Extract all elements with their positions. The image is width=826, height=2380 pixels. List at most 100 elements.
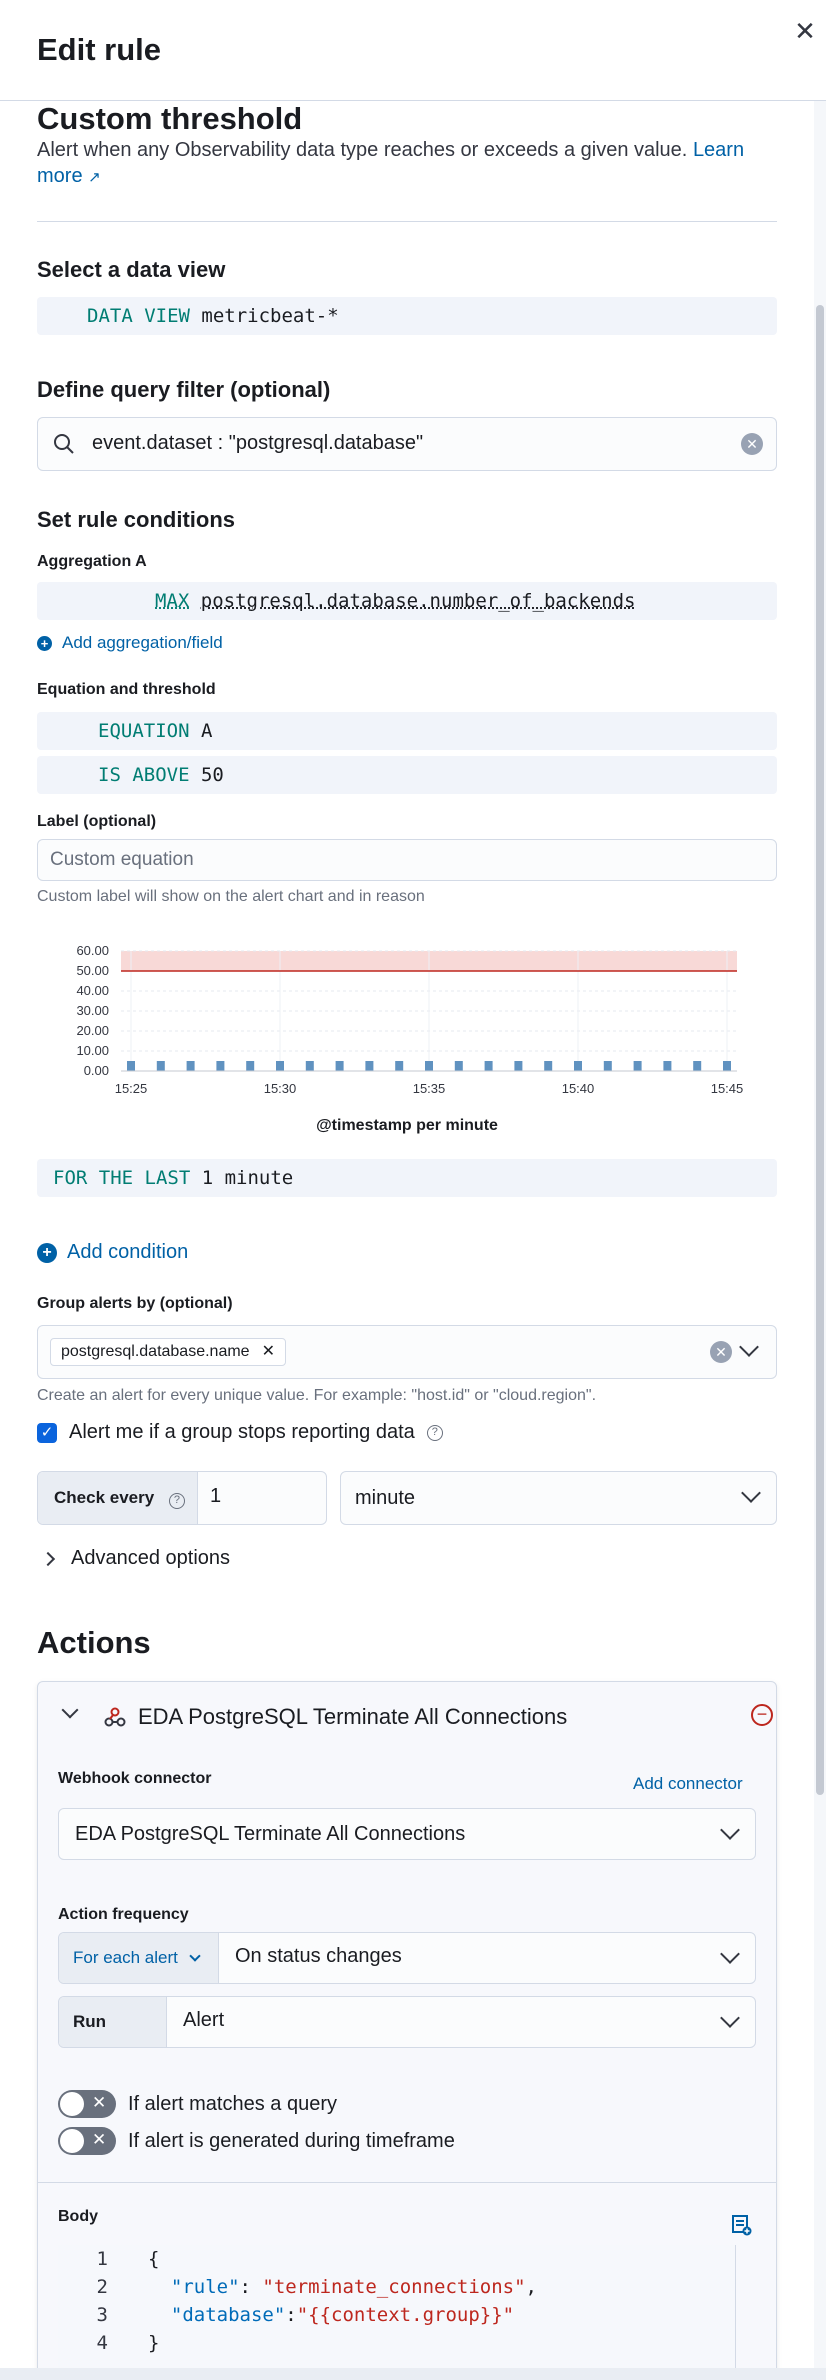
divider	[37, 221, 777, 222]
clear-icon[interactable]: ✕	[741, 433, 763, 455]
add-connector-link[interactable]: Add connector	[633, 1774, 743, 1794]
alert-query-toggle-label: If alert matches a query	[128, 2092, 337, 2115]
run-when-select[interactable]: Run when Alert	[58, 1996, 756, 2048]
data-view-value: metricbeat-*	[201, 305, 339, 327]
line-number: 2	[96, 2276, 108, 2298]
cross-icon: ✕	[92, 2093, 107, 2112]
connector-select[interactable]: EDA PostgreSQL Terminate All Connections	[58, 1808, 756, 1860]
time-window-expression[interactable]: FOR THE LAST 1 minute	[37, 1159, 777, 1197]
timeframe-toggle-row[interactable]: ✕ If alert is generated during timeframe	[58, 2127, 455, 2155]
code-text: "database":"{{context.group}}"	[148, 2301, 514, 2329]
chevron-down-icon	[720, 1944, 740, 1964]
x-tick-label: 15:35	[413, 1081, 446, 1096]
group-by-pill: postgresql.database.name ✕	[50, 1338, 286, 1366]
bar	[276, 1061, 284, 1071]
toggle-knob	[60, 2092, 84, 2116]
question-icon[interactable]: ?	[426, 1424, 443, 1441]
y-tick-label: 10.00	[76, 1043, 109, 1058]
alert-query-toggle-row[interactable]: ✕ If alert matches a query	[58, 2090, 337, 2118]
stop-reporting-checkbox-row[interactable]: ✓ Alert me if a group stops reporting da…	[37, 1421, 443, 1444]
code-key: "rule"	[170, 2276, 240, 2298]
chevron-down-icon	[188, 1950, 201, 1962]
query-filter-title: Define query filter (optional)	[37, 377, 331, 402]
rule-type-title: Custom threshold	[37, 101, 303, 136]
interval-unit-select[interactable]: minute	[340, 1471, 777, 1525]
chevron-down-icon[interactable]	[61, 1701, 79, 1719]
custom-label-input[interactable]: Custom equation	[37, 839, 777, 881]
bar	[156, 1061, 165, 1071]
custom-label-placeholder: Custom equation	[50, 849, 194, 870]
chevron-down-icon	[720, 2008, 740, 2028]
threshold-keyword: IS ABOVE	[98, 764, 190, 786]
add-variable-icon[interactable]	[732, 2214, 752, 2236]
group-by-combobox[interactable]: postgresql.database.name ✕ ✕	[37, 1325, 777, 1379]
data-view-expression[interactable]: DATA VIEW metricbeat-*	[37, 297, 777, 335]
bottom-bar	[0, 2368, 826, 2380]
check-every-input[interactable]: Check every ? 1	[37, 1471, 327, 1525]
clear-icon[interactable]: ✕	[710, 1341, 732, 1363]
add-aggregation-button[interactable]: + Add aggregation/field	[37, 633, 223, 653]
code-key: "database"	[170, 2304, 286, 2326]
code-sep: :	[239, 2276, 263, 2298]
action-frequency-label: Action frequency	[58, 1906, 189, 1923]
add-condition-button[interactable]: + Add condition	[37, 1241, 188, 1264]
for-each-alert-button[interactable]: For each alert	[59, 1933, 219, 1983]
remove-action-icon[interactable]: −	[751, 1704, 773, 1726]
bar	[395, 1061, 404, 1071]
chevron-down-icon	[720, 1820, 740, 1840]
timeframe-toggle[interactable]: ✕	[58, 2127, 116, 2155]
bar	[335, 1061, 344, 1071]
group-by-help: Create an alert for every unique value. …	[37, 1387, 597, 1404]
interval-unit-value: minute	[355, 1487, 416, 1509]
frequency-value: On status changes	[235, 1945, 402, 1967]
group-by-pill-label: postgresql.database.name	[61, 1343, 250, 1360]
y-tick-label: 40.00	[76, 983, 109, 998]
condition-preview-chart: 60.00 50.00 40.00 30.00 20.00 10.00 0.00 15:25 1…	[76, 943, 743, 1096]
data-view-keyword: DATA VIEW	[87, 305, 190, 327]
y-tick-label: 50.00	[76, 963, 109, 978]
code-line: 3 "database":"{{context.group}}"	[58, 2301, 736, 2329]
code-line: 4 }	[58, 2329, 736, 2357]
bar	[514, 1061, 523, 1071]
bar	[544, 1061, 553, 1071]
pill-remove-icon[interactable]: ✕	[262, 1339, 275, 1365]
equation-expression[interactable]: EQUATION A	[37, 712, 777, 750]
advanced-options-toggle[interactable]: Advanced options	[37, 1547, 230, 1570]
threshold-expression[interactable]: IS ABOVE 50	[37, 756, 777, 794]
scrollbar-thumb[interactable]	[816, 305, 824, 1795]
question-icon[interactable]: ?	[168, 1493, 185, 1509]
add-aggregation-label: Add aggregation/field	[62, 633, 223, 652]
cross-icon: ✕	[92, 2130, 107, 2149]
chart-x-axis-title: @timestamp per minute	[316, 1117, 498, 1134]
rule-type-description: Alert when any Observability data type r…	[37, 137, 757, 191]
conditions-title: Set rule conditions	[37, 507, 236, 532]
chevron-down-icon[interactable]	[739, 1337, 759, 1357]
bar	[246, 1061, 255, 1071]
webhook-icon	[104, 1707, 126, 1727]
stop-reporting-label: Alert me if a group stops reporting data	[69, 1421, 415, 1443]
timeframe-toggle-label: If alert is generated during timeframe	[128, 2129, 455, 2152]
action-panel-header[interactable]: EDA PostgreSQL Terminate All Connections…	[38, 1682, 776, 1752]
bar	[633, 1061, 642, 1071]
action-connector-name: EDA PostgreSQL Terminate All Connections	[138, 1704, 568, 1729]
interval-value[interactable]: 1	[210, 1485, 221, 1508]
query-filter-input[interactable]: event.dataset : "postgresql.database" ✕	[37, 417, 777, 471]
action-frequency-select[interactable]: For each alert On status changes	[58, 1932, 756, 1984]
code-text: "rule": "terminate_connections",	[148, 2273, 537, 2301]
custom-label-help: Custom label will show on the alert char…	[37, 888, 425, 905]
custom-label-title: Label (optional)	[37, 813, 157, 830]
data-view-title: Select a data view	[37, 257, 226, 282]
close-icon[interactable]: ✕	[792, 18, 818, 44]
body-code-editor[interactable]: 1 { 2 "rule": "terminate_connections", 3…	[58, 2245, 736, 2380]
line-number: 3	[96, 2304, 108, 2326]
plus-circle-icon: +	[37, 635, 52, 651]
add-condition-label: Add condition	[67, 1241, 189, 1263]
aggregation-expression[interactable]: MAX postgresql.database.number_of_backen…	[37, 582, 777, 620]
alert-query-toggle[interactable]: ✕	[58, 2090, 116, 2118]
query-filter-value: event.dataset : "postgresql.database"	[92, 432, 424, 454]
checkbox-checked-icon[interactable]: ✓	[37, 1422, 57, 1443]
code-line: 2 "rule": "terminate_connections",	[58, 2273, 736, 2301]
action-panel: EDA PostgreSQL Terminate All Connections…	[37, 1681, 777, 2380]
bar	[723, 1061, 731, 1071]
chevron-down-icon	[741, 1483, 761, 1503]
